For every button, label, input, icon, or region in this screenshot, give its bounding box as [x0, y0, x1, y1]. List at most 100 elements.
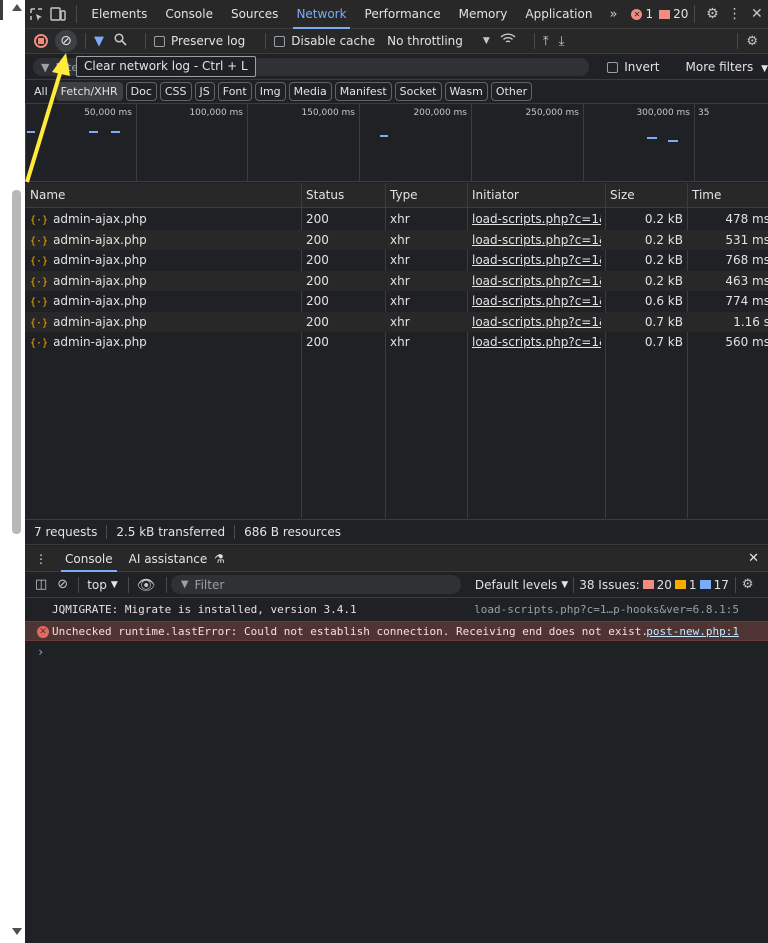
column-header-initiator[interactable]: Initiator — [467, 183, 605, 208]
error-count-badge[interactable]: ✕ 1 — [631, 7, 653, 21]
type-filter-all[interactable]: All — [29, 82, 53, 101]
cell-initiator[interactable]: load-scripts.php?c=1&loa — [472, 250, 601, 270]
table-row[interactable]: {·} admin-ajax.php 200 xhr load-scripts.php?… — [25, 311, 768, 332]
invert-checkbox[interactable]: Invert — [607, 60, 660, 74]
type-filter-js[interactable]: JS — [194, 82, 215, 101]
search-icon[interactable] — [114, 32, 127, 50]
cell-status: 200 — [306, 232, 329, 247]
settings-gear-icon[interactable]: ⚙ — [701, 0, 723, 29]
network-conditions-wifi-icon[interactable] — [500, 33, 516, 49]
drawer-tab-console[interactable]: Console — [57, 546, 121, 572]
checkbox-box[interactable] — [274, 35, 286, 47]
table-row[interactable]: {·} admin-ajax.php 200 xhr load-scripts.php?… — [25, 332, 768, 352]
export-har-download-icon[interactable]: ⤓ — [559, 34, 565, 49]
cell-initiator[interactable]: load-scripts.php?c=1&loa — [472, 312, 601, 332]
type-filter-media[interactable]: Media — [288, 82, 332, 101]
disable-cache-checkbox[interactable]: Disable cache — [274, 34, 375, 48]
overview-grid-line — [247, 104, 248, 182]
kebab-menu-icon[interactable]: ⋮ — [723, 0, 745, 29]
filter-funnel-icon[interactable]: ▼ — [94, 34, 104, 49]
import-har-upload-icon[interactable]: ⤒ — [543, 34, 549, 49]
cell-initiator[interactable]: load-scripts.php?c=1&loa — [472, 230, 601, 250]
console-prompt-input[interactable]: › — [37, 645, 44, 659]
table-row[interactable]: {·} admin-ajax.php 200 xhr load-scripts.php?… — [25, 229, 768, 250]
type-filter-wasm[interactable]: Wasm — [444, 82, 488, 101]
network-overview-timeline[interactable]: 50,000 ms 100,000 ms 150,000 ms 200,000 ms 2… — [25, 103, 768, 182]
warning-count-badge[interactable]: 20 — [659, 7, 688, 21]
type-filter-font[interactable]: Font — [217, 82, 252, 101]
type-filter-fetch-xhr[interactable]: Fetch/XHR — [55, 82, 123, 101]
more-tabs-chevron-icon[interactable]: » — [601, 7, 625, 22]
type-filter-manifest[interactable]: Manifest — [334, 82, 392, 101]
resources-size: 686 B resources — [244, 525, 341, 539]
tab-elements[interactable]: Elements — [82, 0, 156, 29]
console-sidebar-toggle-icon[interactable]: ◫ — [35, 577, 47, 592]
column-header-time[interactable]: Time — [687, 183, 768, 208]
stop-recording-button[interactable] — [34, 34, 48, 48]
table-row[interactable]: {·} admin-ajax.php 200 xhr load-scripts.php?… — [25, 209, 768, 229]
live-expression-eye-icon[interactable]: 👁︎ — [137, 576, 156, 594]
overview-tick-label: 200,000 ms — [413, 108, 467, 118]
tab-network[interactable]: Network — [287, 0, 355, 29]
error-icon: ✕ — [37, 626, 49, 638]
request-table: Name Status Type Initiator Size Time {·} admin… — [25, 183, 768, 518]
console-message-text: Unchecked runtime.lastError: Could not e… — [52, 625, 649, 638]
tab-performance[interactable]: Performance — [356, 0, 450, 29]
type-filter-socket[interactable]: Socket — [394, 82, 442, 101]
scroll-down-arrow-icon[interactable] — [12, 928, 22, 935]
column-header-type[interactable]: Type — [385, 183, 467, 208]
cell-size: 0.2 kB — [644, 273, 683, 288]
type-filter-doc[interactable]: Doc — [125, 82, 157, 101]
cell-initiator[interactable]: load-scripts.php?c=1&loa — [472, 332, 601, 352]
cell-initiator[interactable]: load-scripts.php?c=1&loa — [472, 291, 601, 311]
column-header-size[interactable]: Size — [605, 183, 687, 208]
checkbox-box[interactable] — [607, 61, 619, 73]
type-filter-css[interactable]: CSS — [159, 82, 192, 101]
tab-console[interactable]: Console — [156, 0, 222, 29]
cell-type: xhr — [390, 253, 410, 267]
scroll-up-arrow-icon[interactable] — [12, 4, 22, 11]
type-filter-img[interactable]: Img — [254, 82, 286, 101]
tab-application[interactable]: Application — [516, 0, 601, 29]
column-header-name[interactable]: Name — [25, 183, 301, 208]
cell-type: xhr — [390, 314, 410, 329]
console-filter-input[interactable]: ▼ Filter — [170, 575, 461, 594]
more-filters-dropdown[interactable]: More filters ▼ — [686, 60, 768, 74]
console-settings-gear-icon[interactable]: ⚙ — [742, 577, 754, 592]
preserve-log-checkbox[interactable]: Preserve log — [154, 34, 245, 48]
cell-type: xhr — [390, 232, 410, 247]
record-stop-icon — [38, 38, 44, 44]
cell-initiator[interactable]: load-scripts.php?c=1&loa — [472, 271, 601, 291]
inspect-element-icon[interactable] — [25, 0, 47, 29]
context-selector[interactable]: top ▼ — [87, 578, 118, 592]
drawer-tab-ai-assistance[interactable]: AI assistance ⚗ — [121, 546, 233, 572]
tab-memory[interactable]: Memory — [450, 0, 517, 29]
type-filter-other[interactable]: Other — [490, 82, 533, 101]
issues-counter[interactable]: 38 Issues: 20 1 17 — [579, 578, 729, 592]
clear-network-log-button[interactable]: ⊘ — [55, 30, 77, 52]
throttling-select[interactable]: No throttling ▼ — [387, 34, 490, 48]
device-toolbar-icon[interactable] — [47, 0, 69, 29]
close-drawer-icon[interactable]: ✕ — [739, 546, 768, 572]
tab-sources[interactable]: Sources — [222, 0, 287, 29]
column-header-status[interactable]: Status — [301, 183, 385, 208]
log-levels-dropdown[interactable]: Default levels ▼ — [475, 578, 568, 592]
table-row[interactable]: {·} admin-ajax.php 200 xhr load-scripts.php?… — [25, 291, 768, 311]
ai-assistance-label: AI assistance — [128, 551, 208, 566]
console-message-source-link[interactable]: post-new.php:1 — [646, 622, 739, 642]
checkbox-box[interactable] — [154, 35, 165, 47]
table-row[interactable]: {·} admin-ajax.php 200 xhr load-scripts.php?… — [25, 250, 768, 270]
console-message-error: ✕ Unchecked runtime.lastError: Could not… — [25, 621, 768, 641]
cell-status: 200 — [306, 314, 329, 329]
console-message-text: JQMIGRATE: Migrate is installed, version… — [52, 603, 357, 616]
cell-initiator[interactable]: load-scripts.php?c=1&loa — [472, 209, 601, 229]
xhr-braces-icon: {·} — [30, 338, 49, 349]
network-settings-gear-icon[interactable]: ⚙ — [746, 34, 758, 49]
page-scrollbar-thumb[interactable] — [12, 190, 21, 534]
table-row[interactable]: {·} admin-ajax.php 200 xhr load-scripts.php?… — [25, 270, 768, 291]
console-message-source-link[interactable]: load-scripts.php?c=1…p-hooks&ver=6.8.1:5 — [474, 600, 739, 620]
close-devtools-icon[interactable]: ✕ — [746, 0, 768, 29]
drawer-menu-kebab-icon[interactable]: ⋮ — [25, 546, 57, 572]
clear-console-icon[interactable]: ⊘ — [57, 577, 68, 592]
issues-label: 38 Issues: — [579, 577, 640, 592]
